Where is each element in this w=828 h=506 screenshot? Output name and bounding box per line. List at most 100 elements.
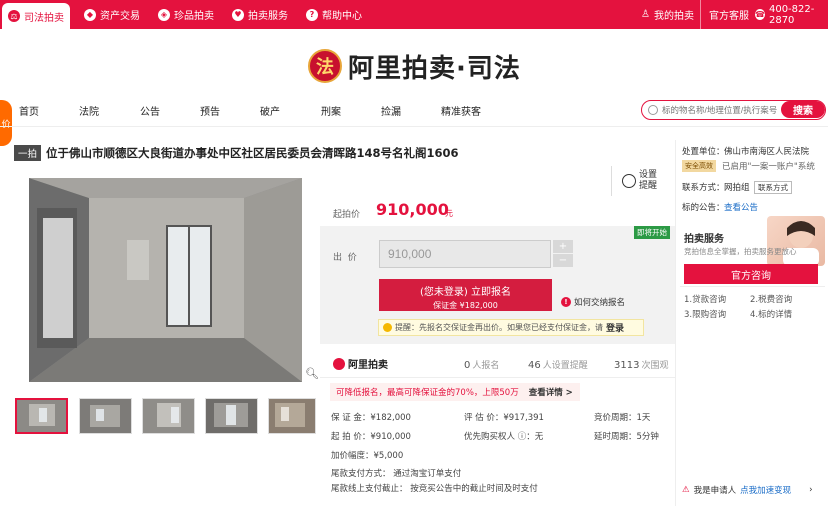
offer-label: 出 价	[333, 253, 357, 263]
lot-title: 位于佛山市顺德区大良街道办事处中区社区居民委员会清晖路148号名礼阁1606	[46, 146, 459, 160]
search-icon	[648, 105, 658, 115]
tab-auction-service[interactable]: ♥ 拍卖服务	[232, 0, 288, 29]
decrease-bid-button[interactable]: −	[553, 254, 573, 267]
phone-label: 400-822-2870	[768, 3, 815, 26]
delay-info: 延时周期：5分钟	[594, 432, 659, 442]
zoom-icon[interactable]: 🔍︎	[305, 367, 319, 380]
contact-badge[interactable]: 联系方式	[754, 181, 792, 194]
photo-thumbnail[interactable]	[15, 398, 68, 434]
lot-details-link[interactable]: 4.标的详情	[750, 308, 792, 320]
nav-announcement[interactable]: 公告	[140, 103, 160, 118]
view-count-value: 3113	[614, 360, 640, 371]
lot-title-row: 一拍 位于佛山市顺德区大良街道办事处中区社区居民委员会清晖路148号名礼阁160…	[14, 145, 459, 161]
signup-count: 0 人报名	[464, 358, 499, 371]
contact-label: 联系方式：	[682, 183, 725, 193]
increment-info: 加价幅度：¥5,000	[331, 451, 404, 461]
nav-precise-customer[interactable]: 精准获客	[441, 103, 481, 118]
tab-help-center[interactable]: ? 帮助中心	[306, 0, 362, 29]
my-auction-link[interactable]: ♙ 我的拍卖	[641, 0, 694, 29]
login-link[interactable]: 登录	[606, 321, 624, 334]
asset-icon: ◆	[84, 8, 96, 21]
view-count: 3113 次围观	[614, 358, 668, 371]
my-auction-label: 我的拍卖	[653, 11, 694, 22]
nav-bankruptcy[interactable]: 破产	[260, 103, 280, 118]
start-price-unit: 元	[445, 209, 453, 218]
search-input[interactable]	[662, 105, 792, 115]
payment-method-info: 尾款支付方式： 通过淘宝订单支付	[331, 469, 462, 479]
heart-icon: ♥	[232, 8, 244, 21]
brand-label: 阿里拍卖	[348, 360, 388, 371]
user-icon: ♙	[641, 9, 650, 20]
tab-label: 拍卖服务	[248, 11, 288, 22]
applicant-row[interactable]: ⚠ 我是申请人 点我加速变现 ›	[682, 484, 813, 496]
court-emblem-icon: 法	[308, 49, 342, 83]
signup-label: (您未登录) 立即报名	[420, 287, 511, 298]
photo-thumbnail[interactable]	[142, 398, 195, 434]
set-reminder-button[interactable]: 设置提醒	[611, 166, 675, 196]
start-price-label: 起拍价	[333, 210, 361, 220]
how-to-signup-label: 如何交纳报名	[574, 298, 626, 308]
view-count-label: 次围观	[641, 361, 669, 371]
tab-label: 司法拍卖	[24, 12, 64, 24]
nav-criminal[interactable]: 刑案	[321, 103, 341, 118]
view-notice-link[interactable]: 查看公告	[724, 201, 758, 213]
megaphone-icon: ⚠	[682, 485, 690, 495]
tab-judicial-auction[interactable]: ⚖ 司法拍卖	[2, 3, 70, 29]
notice-label: 标的公告：	[682, 203, 725, 213]
reminder-count-value: 46	[528, 360, 541, 371]
login-tip: 提醒：先报名交保证金再出价。如果您已经支付保证金，请 登录	[378, 319, 644, 336]
main-photo[interactable]	[29, 178, 302, 382]
disposal-unit-label: 处置单位：	[682, 147, 725, 157]
nav-court[interactable]: 法院	[79, 103, 99, 118]
photo-thumbnail[interactable]	[79, 398, 132, 434]
customer-service-link[interactable]: 官方客服	[700, 0, 749, 29]
signup-button[interactable]: (您未登录) 立即报名 保证金 ¥182,000	[379, 279, 552, 311]
tab-asset-trade[interactable]: ◆ 资产交易	[84, 0, 140, 29]
reminder-count: 46 人设置提醒	[528, 358, 588, 371]
right-sidebar	[675, 140, 828, 506]
gavel-icon: ⚖	[8, 10, 20, 22]
disposal-unit-value[interactable]: 佛山市南海区人民法院	[724, 145, 809, 157]
service-desc: 竞拍信息全掌握，拍卖服务更放心	[684, 247, 797, 256]
set-reminder-label: 设置提醒	[639, 170, 658, 191]
ali-auction-logo-icon	[333, 357, 345, 370]
deposit-info: 保 证 金：¥182,000	[331, 413, 411, 423]
site-logo[interactable]: 法 阿里拍卖·司法	[308, 46, 521, 86]
service-title: 拍卖服务	[684, 234, 724, 245]
increase-bid-button[interactable]: +	[553, 240, 573, 253]
how-to-signup-link[interactable]: ! 如何交纳报名	[561, 296, 625, 308]
nav-bargain[interactable]: 捡漏	[381, 103, 401, 118]
reminder-count-label: 人设置提醒	[542, 361, 588, 371]
loan-consult-link[interactable]: 1.贷款咨询	[684, 293, 726, 305]
photo-thumbnail[interactable]	[268, 398, 316, 434]
tab-treasure-auction[interactable]: ◈ 珍品拍卖	[158, 0, 214, 29]
tab-label: 珍品拍卖	[174, 11, 214, 22]
phone-icon: ☎	[755, 9, 765, 20]
start-price-value: 910,000	[376, 200, 449, 219]
view-details-link[interactable]: 查看详情 >	[529, 386, 573, 398]
chevron-right-icon: ›	[809, 485, 813, 495]
right-divider	[680, 286, 825, 287]
auction-round-badge: 一拍	[14, 145, 42, 161]
search-button[interactable]: 搜索	[781, 101, 825, 118]
offer-input[interactable]	[379, 240, 551, 268]
applicant-label: 我是申请人	[693, 486, 737, 496]
purchase-limit-link[interactable]: 3.限购咨询	[684, 308, 726, 320]
tax-consult-link[interactable]: 2.税费咨询	[750, 293, 792, 305]
photo-thumbnail[interactable]	[205, 398, 258, 434]
nav-preview[interactable]: 预告	[200, 103, 220, 118]
alarm-clock-icon	[622, 174, 636, 188]
nav-home[interactable]: 首页	[19, 103, 39, 118]
official-consult-button[interactable]: 官方咨询	[684, 264, 818, 284]
accelerate-link[interactable]: 点我加速变现	[740, 484, 791, 496]
start-price-info: 起 拍 价：¥910,000	[331, 432, 411, 442]
priority-info: 优先购买权人 ⓘ：无	[464, 432, 544, 442]
logo-text: 阿里拍卖·司法	[348, 53, 521, 84]
appraisal-info: 评 估 价：¥917,391	[464, 413, 544, 423]
customer-service-label: 官方客服	[709, 11, 749, 22]
nav-divider	[0, 126, 828, 127]
service-agent-photo	[767, 216, 825, 266]
deposit-label: 保证金 ¥182,000	[433, 301, 498, 310]
cycle-info: 竞价周期：1天	[594, 413, 651, 423]
help-icon: ?	[306, 8, 318, 21]
